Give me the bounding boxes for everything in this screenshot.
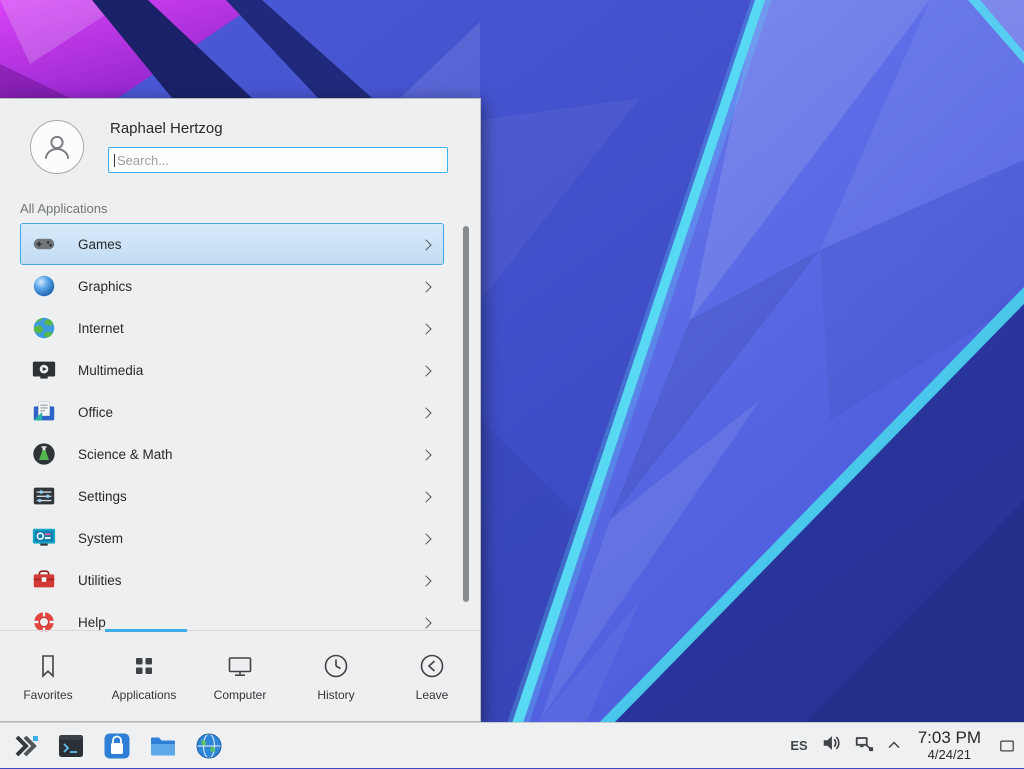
submenu-arrow-icon [420, 365, 431, 376]
show-desktop-button[interactable] [994, 723, 1020, 769]
file-manager-launcher[interactable] [146, 729, 180, 763]
software-center-icon [102, 731, 132, 761]
digital-clock[interactable]: 7:03 PM 4/24/21 [918, 728, 981, 762]
science-icon [31, 441, 57, 467]
text-cursor [114, 154, 115, 167]
category-utilities[interactable]: Utilities [20, 559, 444, 601]
settings-icon [31, 483, 57, 509]
launcher-tabbar: Favorites Applications Computer His [0, 630, 480, 721]
chevron-up-icon [887, 740, 901, 750]
tray-expander[interactable] [887, 737, 901, 755]
tab-computer[interactable]: Computer [192, 631, 288, 721]
submenu-arrow-icon [420, 617, 431, 628]
category-settings[interactable]: Settings [20, 475, 444, 517]
category-graphics[interactable]: Graphics [20, 265, 444, 307]
system-icon [31, 525, 57, 551]
taskbar: ES 7:03 PM 4/24/21 [0, 722, 1024, 768]
active-tab-indicator [105, 629, 187, 632]
grid-icon [129, 651, 159, 681]
clock-date: 4/24/21 [928, 748, 971, 763]
bookmark-icon [33, 651, 63, 681]
submenu-arrow-icon [420, 407, 431, 418]
network-icon [854, 733, 874, 753]
avatar [30, 120, 84, 174]
submenu-arrow-icon [420, 281, 431, 292]
volume-tray-item[interactable] [821, 733, 841, 758]
tab-history[interactable]: History [288, 631, 384, 721]
user-icon [40, 130, 74, 164]
graphics-icon [31, 273, 57, 299]
software-center-launcher[interactable] [100, 729, 134, 763]
show-desktop-icon [999, 738, 1015, 754]
user-name: Raphael Hertzog [110, 120, 223, 137]
app-launcher-icon [10, 731, 40, 761]
volume-icon [821, 733, 841, 753]
category-list: Games Graphics [0, 219, 480, 633]
terminal-icon [56, 731, 86, 761]
category-multimedia[interactable]: Multimedia [20, 349, 444, 391]
category-internet[interactable]: Internet [20, 307, 444, 349]
leave-icon [417, 651, 447, 681]
multimedia-icon [31, 357, 57, 383]
submenu-arrow-icon [420, 449, 431, 460]
category-help[interactable]: Help [20, 601, 444, 633]
scrollbar[interactable] [463, 226, 469, 602]
office-icon [31, 399, 57, 425]
utilities-icon [31, 567, 57, 593]
category-system[interactable]: System [20, 517, 444, 559]
app-launcher-button[interactable] [8, 729, 42, 763]
tab-applications[interactable]: Applications [96, 631, 192, 721]
web-browser-launcher[interactable] [192, 729, 226, 763]
web-browser-icon [194, 731, 224, 761]
submenu-arrow-icon [420, 239, 431, 250]
submenu-arrow-icon [420, 575, 431, 586]
search-input[interactable]: Search... [108, 147, 448, 173]
clock-time: 7:03 PM [918, 728, 981, 748]
category-games[interactable]: Games [20, 223, 444, 265]
file-manager-icon [148, 731, 178, 761]
search-placeholder: Search... [117, 153, 169, 168]
category-office[interactable]: Office [20, 391, 444, 433]
submenu-arrow-icon [420, 323, 431, 334]
section-label: All Applications [20, 201, 107, 216]
application-launcher-menu: Raphael Hertzog Search... All Applicatio… [0, 98, 481, 722]
keyboard-layout-indicator[interactable]: ES [790, 738, 807, 753]
terminal-launcher[interactable] [54, 729, 88, 763]
internet-icon [31, 315, 57, 341]
network-tray-item[interactable] [854, 733, 874, 758]
category-science-math[interactable]: Science & Math [20, 433, 444, 475]
games-icon [31, 231, 57, 257]
tab-leave[interactable]: Leave [384, 631, 480, 721]
monitor-icon [225, 651, 255, 681]
system-tray: ES 7:03 PM 4/24/21 [790, 723, 1024, 769]
submenu-arrow-icon [420, 533, 431, 544]
clock-icon [321, 651, 351, 681]
submenu-arrow-icon [420, 491, 431, 502]
tab-favorites[interactable]: Favorites [0, 631, 96, 721]
